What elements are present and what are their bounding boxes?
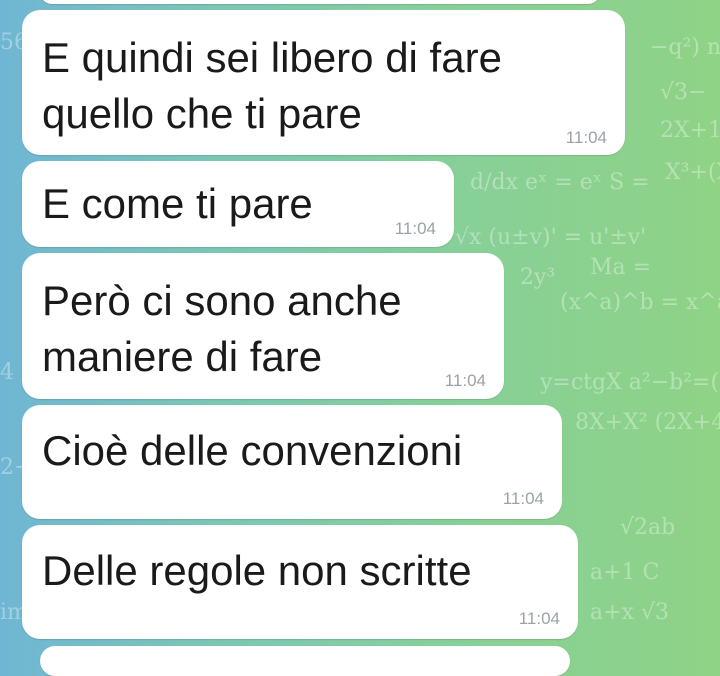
message-timestamp: 11:04	[394, 219, 436, 238]
message-bubble-next	[40, 646, 570, 676]
message-timestamp: 11:04	[518, 609, 560, 628]
message-text: Delle regole non scritte	[42, 547, 472, 594]
message-bubble[interactable]: E come ti pare 11:04	[22, 161, 454, 247]
message-bubble[interactable]: Delle regole non scritte 11:04	[22, 525, 578, 639]
message-timestamp: 11:04	[444, 371, 486, 390]
message-text: Cioè delle convenzioni	[42, 427, 463, 474]
message-timestamp: 11:04	[502, 489, 544, 508]
message-bubble[interactable]: Però ci sono anche maniere di fare 11:04	[22, 253, 504, 399]
message-text: Però ci sono anche maniere di fare	[42, 277, 402, 380]
message-timestamp: 11:04	[565, 128, 607, 147]
message-bubble[interactable]: Cioè delle convenzioni 11:04	[22, 405, 562, 519]
message-text: E quindi sei libero di fare quello che t…	[42, 34, 502, 137]
message-bubble[interactable]: E quindi sei libero di fare quello che t…	[22, 10, 625, 155]
message-bubble-previous	[40, 0, 600, 4]
message-text: E come ti pare	[42, 180, 313, 227]
